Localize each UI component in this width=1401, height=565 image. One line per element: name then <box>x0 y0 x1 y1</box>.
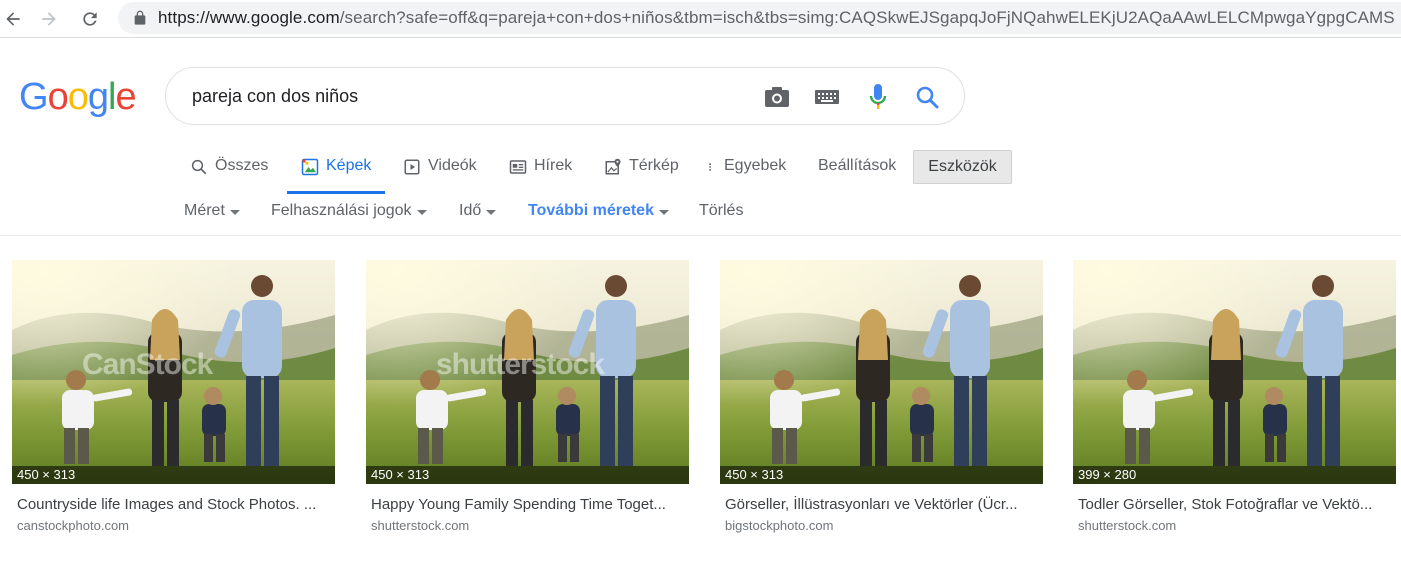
reload-icon <box>83 12 97 26</box>
microphone-icon[interactable] <box>865 84 891 110</box>
caret-down-icon <box>229 209 240 215</box>
result-source[interactable]: shutterstock.com <box>366 518 689 533</box>
back-button[interactable] <box>0 6 26 32</box>
tab-settings[interactable]: Beállítások <box>818 148 896 194</box>
camera-icon[interactable] <box>764 84 790 110</box>
logo-letter: g <box>87 76 109 118</box>
map-icon <box>605 158 621 175</box>
filter-clear[interactable]: Törlés <box>699 202 743 220</box>
tab-news[interactable]: Hírek <box>509 148 572 194</box>
more-vert-icon <box>709 163 711 171</box>
caret-down-icon <box>486 209 497 215</box>
logo-letter: o <box>47 76 69 118</box>
logo-letter: e <box>115 76 136 118</box>
tab-maps[interactable]: Térkép <box>604 148 679 194</box>
result-title[interactable]: Happy Young Family Spending Time Toget..… <box>366 496 686 513</box>
image-result-card[interactable]: 399 × 280 Todler Görseller, Stok Fotoğra… <box>1073 260 1396 533</box>
image-result-card[interactable]: CanStock 450 × 313 Countryside life Imag… <box>12 260 335 533</box>
search-icon <box>191 159 207 175</box>
filter-usage-rights[interactable]: Felhasználási jogok <box>271 202 427 220</box>
result-source[interactable]: canstockphoto.com <box>12 518 335 533</box>
arrow-forward-icon <box>42 12 56 26</box>
result-title[interactable]: Countryside life Images and Stock Photos… <box>12 496 332 513</box>
logo-letter: G <box>19 76 49 118</box>
result-title[interactable]: Todler Görseller, Stok Fotoğraflar ve Ve… <box>1073 496 1393 513</box>
keyboard-icon[interactable] <box>814 84 840 110</box>
watermark: CanStock <box>82 348 213 381</box>
lock-icon <box>134 10 146 25</box>
image-dimensions: 450 × 313 <box>12 466 335 484</box>
forward-button[interactable] <box>36 6 62 32</box>
filter-time[interactable]: Idő <box>459 202 497 220</box>
image-result-card[interactable]: 450 × 313 Görseller, İllüstrasyonları ve… <box>720 260 1043 533</box>
search-tabs: Összes Képek Videók Hírek Térkép Egyebek… <box>0 148 1401 194</box>
caret-down-icon <box>658 209 669 215</box>
address-bar[interactable]: https://www.google.com/search?safe=off&q… <box>118 2 1401 34</box>
tab-more[interactable]: Egyebek <box>708 148 786 194</box>
result-title[interactable]: Görseller, İllüstrasyonları ve Vektörler… <box>720 496 1040 513</box>
search-input[interactable]: pareja con dos niños <box>192 86 358 107</box>
image-result-card[interactable]: shutterstock 450 × 313 Happy Young Famil… <box>366 260 689 533</box>
arrow-back-icon <box>6 12 20 26</box>
result-thumbnail[interactable]: CanStock 450 × 313 <box>12 260 335 484</box>
logo-letter: o <box>67 76 89 118</box>
caret-down-icon <box>416 209 427 215</box>
filter-bar: Méret Felhasználási jogok Idő További mé… <box>0 200 1401 236</box>
result-thumbnail[interactable]: 399 × 280 <box>1073 260 1396 484</box>
tab-videos[interactable]: Videók <box>403 148 477 194</box>
watermark: shutterstock <box>436 348 605 381</box>
search-submit-icon[interactable] <box>914 84 940 110</box>
tools-button[interactable]: Eszközök <box>913 150 1012 184</box>
google-logo[interactable]: Google <box>19 76 137 119</box>
image-dimensions: 399 × 280 <box>1073 466 1396 484</box>
logo-letter: l <box>107 76 117 118</box>
image-icon <box>301 158 319 176</box>
result-source[interactable]: bigstockphoto.com <box>720 518 1043 533</box>
image-dimensions: 450 × 313 <box>720 466 1043 484</box>
url-text: https://www.google.com/search?safe=off&q… <box>158 8 1395 27</box>
browser-toolbar: https://www.google.com/search?safe=off&q… <box>0 0 1401 38</box>
result-source[interactable]: shutterstock.com <box>1073 518 1396 533</box>
family-photo <box>1073 260 1396 484</box>
family-photo <box>720 260 1043 484</box>
filter-size[interactable]: Méret <box>184 202 240 220</box>
result-thumbnail[interactable]: shutterstock 450 × 313 <box>366 260 689 484</box>
news-icon <box>509 160 527 174</box>
result-thumbnail[interactable]: 450 × 313 <box>720 260 1043 484</box>
tab-images[interactable]: Képek <box>287 148 386 194</box>
filter-more-sizes[interactable]: További méretek <box>528 202 669 220</box>
play-icon <box>404 159 420 175</box>
image-dimensions: 450 × 313 <box>366 466 689 484</box>
search-box[interactable]: pareja con dos niños <box>165 67 965 125</box>
reload-button[interactable] <box>77 6 103 32</box>
tab-all[interactable]: Összes <box>190 148 268 194</box>
